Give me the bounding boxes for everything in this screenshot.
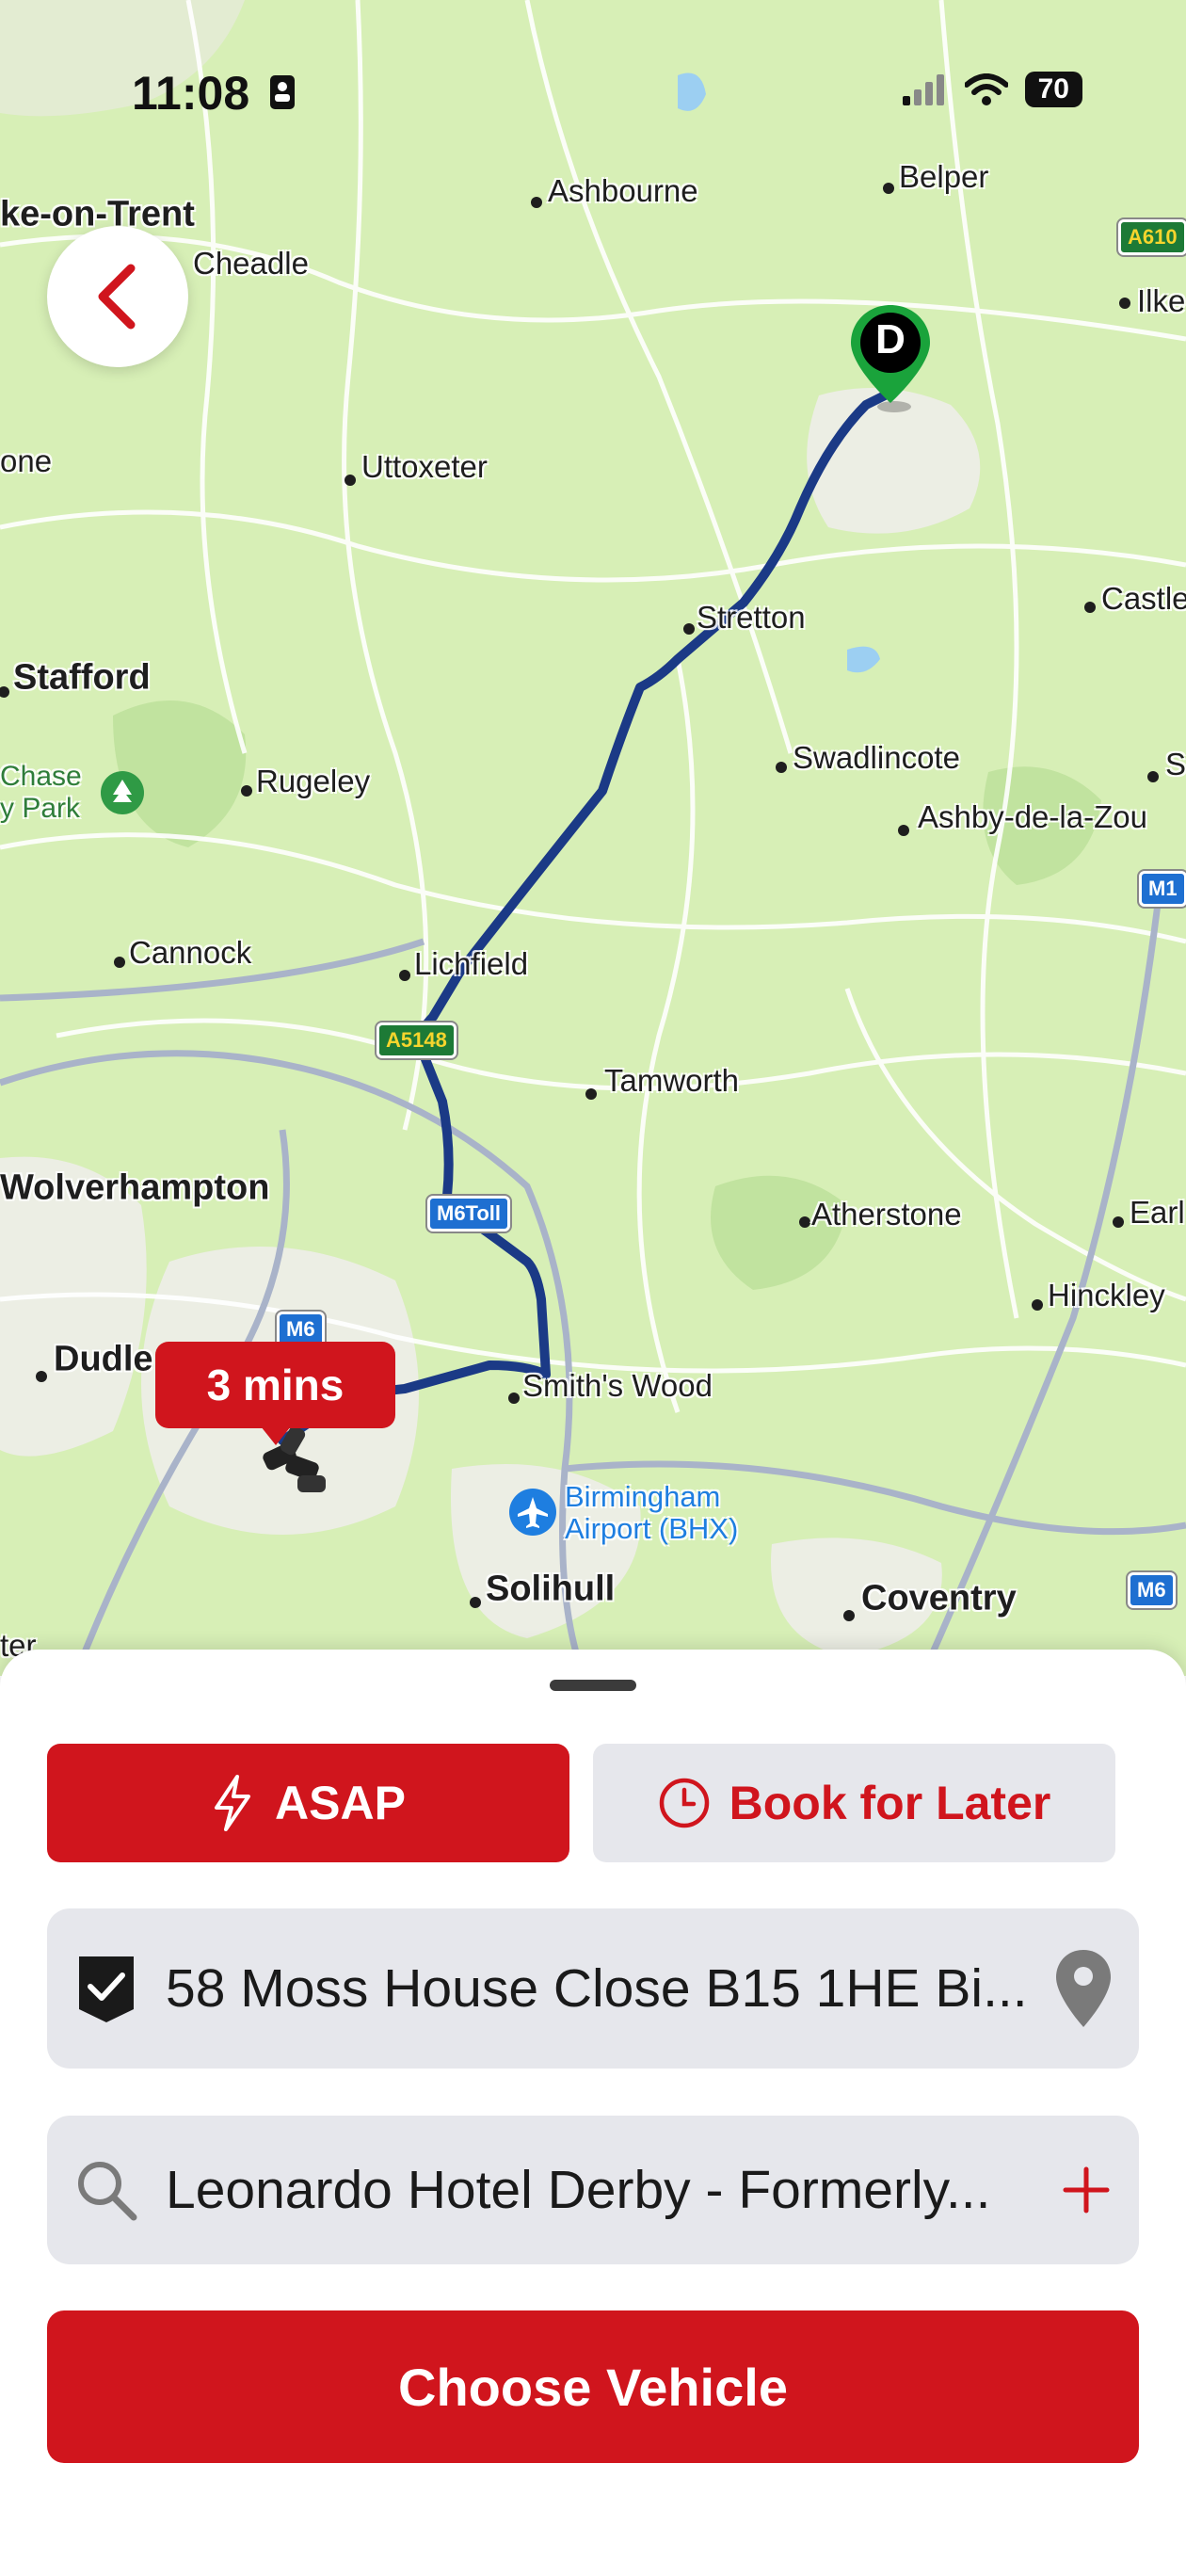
place-dot (683, 623, 695, 635)
dropoff-input[interactable] (166, 2159, 1041, 2221)
battery-indicator: 70 (1024, 72, 1082, 107)
place-cannock: Cannock (129, 935, 252, 970)
place-airport: Birmingham Airport (BHX) (565, 1480, 739, 1545)
place-stafford: Stafford (13, 657, 151, 698)
place-belper: Belper (899, 159, 989, 194)
place-atherstone: Atherstone (811, 1197, 962, 1232)
place-chase-park: Chase y Park (0, 761, 82, 824)
place-dot (1084, 602, 1096, 613)
place-dot (843, 1610, 855, 1621)
place-solihull: Solihull (486, 1569, 616, 1609)
asap-label: ASAP (275, 1777, 406, 1829)
place-hinckley: Hinckley (1048, 1278, 1165, 1312)
status-time-text: 11:08 (132, 67, 250, 120)
clock-icon (659, 1778, 709, 1828)
place-dot (114, 957, 125, 968)
place-rugeley: Rugeley (256, 764, 371, 798)
place-ilke: Ilke (1137, 283, 1186, 318)
place-dot (585, 1088, 597, 1100)
wifi-icon (964, 73, 1008, 105)
place-dot (1032, 1299, 1043, 1311)
place-ashbourne: Ashbourne (548, 173, 698, 208)
place-dot (776, 762, 787, 773)
plus-icon[interactable] (1060, 2164, 1113, 2216)
search-icon (78, 2162, 137, 2221)
eta-badge: 3 mins (155, 1342, 395, 1445)
place-dot (883, 183, 894, 194)
chevron-left-icon (98, 264, 136, 330)
shield-check-icon (79, 1956, 134, 2022)
place-smiths-wood: Smith's Wood (522, 1368, 713, 1403)
book-for-later-button[interactable]: Book for Later (593, 1744, 1115, 1862)
status-icons: 70 (901, 72, 1082, 107)
place-dot (508, 1393, 520, 1404)
asap-button[interactable]: ASAP (47, 1744, 569, 1862)
book-for-later-label: Book for Later (729, 1777, 1051, 1829)
place-uttoxeter: Uttoxeter (361, 449, 488, 484)
location-pin-icon[interactable] (1054, 1948, 1113, 2029)
airport-icon (509, 1489, 556, 1536)
place-dot (36, 1371, 47, 1382)
destination-marker-label: D (875, 316, 906, 362)
road-shield-m1: M1 (1139, 871, 1186, 907)
place-lichfield: Lichfield (414, 946, 529, 981)
place-earl: Earl (1130, 1195, 1185, 1230)
place-ashby: Ashby-de-la-Zou (918, 799, 1147, 834)
place-dot (531, 197, 542, 208)
place-dot (1119, 298, 1130, 309)
place-dudley: Dudle (54, 1339, 153, 1379)
back-button[interactable] (47, 226, 188, 367)
pickup-field[interactable]: 58 Moss House Close B15 1HE Bi... (47, 1908, 1139, 2069)
place-s: S (1165, 747, 1186, 781)
place-stretton: Stretton (697, 600, 806, 635)
place-wolverhampton: Wolverhampton (0, 1167, 270, 1208)
eta-label: 3 mins (206, 1360, 345, 1409)
choose-vehicle-label: Choose Vehicle (398, 2357, 788, 2417)
id-badge-icon (270, 75, 296, 109)
choose-vehicle-button[interactable]: Choose Vehicle (47, 2310, 1139, 2463)
map-view[interactable]: ke-on-Trent Cheadle Ashbourne Belper Ilk… (0, 0, 1186, 1676)
road-shield-a5148: A5148 (377, 1022, 457, 1058)
place-coventry: Coventry (861, 1578, 1017, 1618)
place-tamworth: Tamworth (604, 1063, 740, 1098)
road-shield-m6: M6 (1128, 1572, 1176, 1608)
place-dot (399, 970, 410, 981)
place-castle: Castle (1101, 581, 1186, 616)
pickup-address: 58 Moss House Close B15 1HE Bi... (166, 1958, 1028, 2019)
lightning-icon (215, 1775, 251, 1831)
park-tree-icon (101, 771, 144, 814)
place-dot (345, 475, 356, 486)
place-one: one (0, 443, 53, 478)
place-dot (898, 825, 909, 836)
place-dot (241, 785, 252, 797)
place-dot (1147, 771, 1159, 782)
road-shield-m6toll: M6Toll (427, 1196, 511, 1232)
road-shield-a610: A610 (1118, 219, 1186, 255)
booking-sheet: ASAP Book for Later 58 Moss House Close … (0, 1650, 1186, 2576)
place-swadlincote: Swadlincote (793, 740, 960, 775)
place-dot (799, 1216, 810, 1228)
place-dot (470, 1597, 481, 1608)
status-time: 11:08 (132, 66, 296, 121)
sheet-drag-handle[interactable] (550, 1680, 636, 1691)
place-dot (1113, 1216, 1124, 1228)
place-cheadle: Cheadle (193, 246, 309, 281)
signal-icon (902, 74, 944, 105)
dropoff-field[interactable] (47, 2116, 1139, 2264)
